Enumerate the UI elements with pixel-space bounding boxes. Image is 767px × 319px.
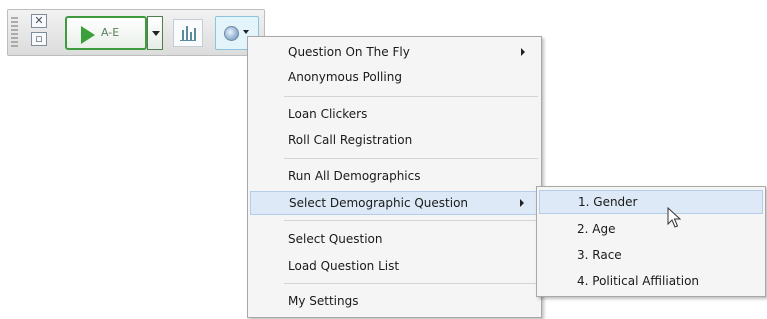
menu-item-run-all-demographics[interactable]: Run All Demographics	[250, 164, 539, 188]
submenu-item-gender[interactable]: 1. Gender	[539, 190, 763, 214]
submenu-item-label: 1. Gender	[578, 195, 638, 209]
play-button-label: A-E	[101, 26, 120, 39]
toolbar-grip[interactable]	[11, 17, 18, 49]
menu-item-select-question[interactable]: Select Question	[250, 227, 539, 251]
chevron-down-icon	[152, 31, 160, 36]
menu-item-label: My Settings	[288, 294, 359, 308]
menu-item-load-question-list[interactable]: Load Question List	[250, 254, 539, 278]
submenu-item-race[interactable]: 3. Race	[539, 243, 763, 267]
menu-item-label: Anonymous Polling	[288, 70, 402, 84]
menu-item-question-on-the-fly[interactable]: Question On The Fly	[250, 40, 539, 64]
globe-icon	[224, 26, 239, 41]
submenu-item-label: 2. Age	[577, 222, 616, 236]
chart-button[interactable]	[173, 19, 203, 47]
menu-item-label: Run All Demographics	[288, 169, 421, 183]
menu-item-label: Roll Call Registration	[288, 133, 413, 147]
menu-separator	[284, 220, 538, 221]
start-poll-button[interactable]: A-E	[65, 16, 147, 50]
close-icon[interactable]: ✕	[31, 14, 47, 28]
chevron-right-icon	[521, 48, 525, 56]
small-window-icon[interactable]: ▫	[31, 32, 47, 46]
submenu-item-age[interactable]: 2. Age	[539, 217, 763, 241]
demographic-question-submenu: 1. Gender 2. Age 3. Race 4. Political Af…	[536, 186, 766, 297]
menu-separator	[284, 158, 538, 159]
menu-item-select-demographic-question[interactable]: Select Demographic Question	[250, 191, 539, 215]
menu-item-label: Select Question	[288, 232, 383, 246]
chevron-down-icon	[243, 30, 249, 34]
mouse-pointer-icon	[667, 207, 681, 228]
menu-item-anonymous-polling[interactable]: Anonymous Polling	[250, 65, 539, 89]
menu-separator	[284, 283, 538, 284]
submenu-item-label: 3. Race	[577, 248, 622, 262]
menu-item-my-settings[interactable]: My Settings	[250, 289, 539, 313]
toolbar: ✕ ▫ A-E	[7, 9, 265, 56]
chevron-right-icon	[520, 199, 524, 207]
answer-range-dropdown-button[interactable]	[147, 16, 163, 50]
play-icon	[81, 26, 95, 44]
menu-separator	[284, 96, 538, 97]
menu-item-label: Loan Clickers	[288, 107, 368, 121]
menu-item-label: Load Question List	[288, 259, 400, 273]
menu-item-loan-clickers[interactable]: Loan Clickers	[250, 102, 539, 126]
menu-item-roll-call-registration[interactable]: Roll Call Registration	[250, 128, 539, 152]
menu-item-label: Select Demographic Question	[289, 196, 469, 210]
menu-item-label: Question On The Fly	[288, 45, 410, 59]
tools-dropdown-menu: Question On The Fly Anonymous Polling Lo…	[247, 36, 542, 318]
submenu-item-political-affiliation[interactable]: 4. Political Affiliation	[539, 269, 763, 293]
submenu-item-label: 4. Political Affiliation	[577, 274, 700, 288]
